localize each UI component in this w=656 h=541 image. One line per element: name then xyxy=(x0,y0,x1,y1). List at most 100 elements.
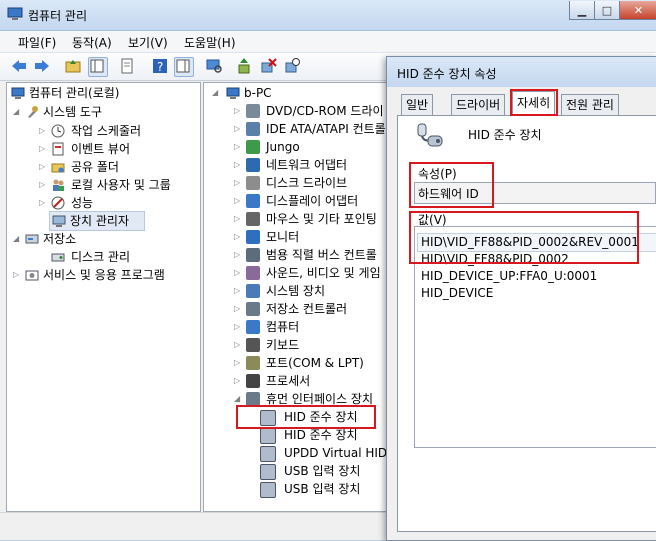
expanded-triangle-icon[interactable]: ◢ xyxy=(13,230,21,248)
collapsed-triangle-icon[interactable]: ▷ xyxy=(234,210,242,228)
back-button[interactable] xyxy=(10,57,28,75)
dialog-title: HID 준수 장치 속성 xyxy=(397,67,497,81)
document-icon xyxy=(121,58,133,74)
collapsed-triangle-icon[interactable]: ▷ xyxy=(234,264,242,282)
minimize-button[interactable]: ▁ xyxy=(569,1,595,20)
tree-label: 공유 폴더 xyxy=(71,160,119,174)
close-icon: ✕ xyxy=(633,3,644,17)
disk-icon xyxy=(51,253,65,262)
update-driver-button[interactable] xyxy=(235,57,253,75)
menu-view[interactable]: 보기(V) xyxy=(128,34,168,51)
clock-icon xyxy=(51,124,65,138)
tab-power-management[interactable]: 전원 관리 xyxy=(561,94,619,115)
hid-device-icon xyxy=(260,464,276,480)
collapsed-triangle-icon[interactable]: ▷ xyxy=(39,176,47,194)
value-item-3[interactable]: HID_DEVICE xyxy=(421,285,493,301)
folder-up-icon xyxy=(65,60,81,73)
tree-label: 시스템 도구 xyxy=(43,105,103,119)
collapsed-triangle-icon[interactable]: ▷ xyxy=(13,266,21,284)
collapsed-triangle-icon[interactable]: ▷ xyxy=(234,372,242,390)
ide-icon xyxy=(246,122,260,136)
dialog-title-bar[interactable]: HID 준수 장치 속성 xyxy=(387,57,656,87)
collapsed-triangle-icon[interactable]: ▷ xyxy=(39,194,47,212)
disable-device-button[interactable] xyxy=(283,57,301,75)
show-tree-button[interactable] xyxy=(88,57,108,77)
scan-monitor-icon xyxy=(206,59,222,73)
tree-label: 장치 관리자 xyxy=(70,214,130,228)
dvd-icon xyxy=(246,104,260,118)
highlight-details-tab xyxy=(510,89,558,116)
tree-item-device-manager[interactable]: 장치 관리자 xyxy=(49,211,145,231)
close-button[interactable]: ✕ xyxy=(619,1,656,20)
collapsed-triangle-icon[interactable]: ▷ xyxy=(39,140,47,158)
device-manager-icon xyxy=(52,215,66,227)
collapsed-triangle-icon[interactable]: ▷ xyxy=(39,122,47,140)
tree-label: 디스플레이 어댑터 xyxy=(266,194,359,208)
tree-label: Jungo xyxy=(266,140,300,154)
collapsed-triangle-icon[interactable]: ▷ xyxy=(234,228,242,246)
tree-label: IDE ATA/ATAPI 컨트롤 xyxy=(266,122,386,136)
uninstall-device-button[interactable] xyxy=(259,57,277,75)
expanded-triangle-icon[interactable]: ◢ xyxy=(13,103,21,121)
window-title: 컴퓨터 관리 xyxy=(28,9,88,23)
collapsed-triangle-icon[interactable]: ▷ xyxy=(234,102,242,120)
forward-button[interactable] xyxy=(33,57,51,75)
collapsed-triangle-icon[interactable]: ▷ xyxy=(234,354,242,372)
tree-label: 작업 스케줄러 xyxy=(71,124,142,138)
collapsed-triangle-icon[interactable]: ▷ xyxy=(39,158,47,176)
collapsed-triangle-icon[interactable]: ▷ xyxy=(234,174,242,192)
forward-arrow-icon xyxy=(35,60,49,72)
device-name-label: HID 준수 장치 xyxy=(468,128,542,142)
collapsed-triangle-icon[interactable]: ▷ xyxy=(234,156,242,174)
scan-hardware-button[interactable] xyxy=(205,57,223,75)
menu-help[interactable]: 도움말(H) xyxy=(184,34,236,51)
console-tree: 컴퓨터 관리(로컬) ◢ 시스템 도구 ▷ 작업 스케줄러 ▷ 이벤트 뷰어 ▷… xyxy=(6,82,201,512)
tab-driver[interactable]: 드라이버 xyxy=(451,94,506,115)
maximize-button[interactable]: □ xyxy=(594,1,620,20)
tree-label: b-PC xyxy=(244,86,272,100)
tree-label: 성능 xyxy=(71,196,94,210)
tree-label: UPDD Virtual HID xyxy=(284,446,387,460)
processor-icon xyxy=(246,374,260,388)
highlight-values xyxy=(409,211,639,264)
computer-icon xyxy=(246,320,260,334)
tree-label: 시스템 장치 xyxy=(266,284,326,298)
hid-device-icon xyxy=(260,428,276,444)
services-icon xyxy=(25,270,39,281)
menu-bar: 파일(F) 동작(A) 보기(V) 도움말(H) xyxy=(0,31,656,53)
collapsed-triangle-icon[interactable]: ▷ xyxy=(234,246,242,264)
disk-drive-icon xyxy=(246,176,260,190)
collapsed-triangle-icon[interactable]: ▷ xyxy=(234,336,242,354)
tree-label: 컴퓨터 xyxy=(266,320,300,334)
jungo-icon xyxy=(246,140,260,154)
hid-device-icon xyxy=(260,446,276,462)
collapsed-triangle-icon[interactable]: ▷ xyxy=(234,138,242,156)
value-item-2[interactable]: HID_DEVICE_UP:FFA0_U:0001 xyxy=(421,268,597,284)
tree-label: USB 입력 장치 xyxy=(284,482,361,496)
collapsed-triangle-icon[interactable]: ▷ xyxy=(234,192,242,210)
collapsed-triangle-icon[interactable]: ▷ xyxy=(234,282,242,300)
menu-file[interactable]: 파일(F) xyxy=(18,34,56,51)
collapsed-triangle-icon[interactable]: ▷ xyxy=(234,318,242,336)
title-bar[interactable]: 컴퓨터 관리 ▁ □ ✕ xyxy=(0,0,656,31)
tree-label: 저장소 xyxy=(43,232,77,246)
menu-action[interactable]: 동작(A) xyxy=(72,34,112,51)
collapsed-triangle-icon[interactable]: ▷ xyxy=(234,300,242,318)
up-folder-button[interactable] xyxy=(64,57,82,75)
tree-label: DVD/CD-ROM 드라이 xyxy=(266,104,384,118)
tree-label: 디스크 드라이브 xyxy=(266,176,348,190)
tab-general[interactable]: 일반 xyxy=(401,94,434,115)
help-button[interactable]: ? xyxy=(151,57,169,75)
computer-management-window: 컴퓨터 관리 ▁ □ ✕ 파일(F) 동작(A) 보기(V) 도움말(H) ? xyxy=(0,0,656,541)
tree-label: 마우스 및 기타 포인팅 xyxy=(266,212,377,226)
expanded-triangle-icon[interactable]: ◢ xyxy=(212,84,220,102)
maximize-icon: □ xyxy=(601,3,613,17)
tree-label: 포트(COM & LPT) xyxy=(266,356,364,370)
show-action-pane-button[interactable] xyxy=(174,57,194,77)
highlight-hid-device xyxy=(236,405,376,429)
network-icon xyxy=(246,158,260,172)
collapsed-triangle-icon[interactable]: ▷ xyxy=(234,120,242,138)
tree-label: 컴퓨터 관리(로컬) xyxy=(29,86,120,100)
properties-button[interactable] xyxy=(118,57,136,75)
mouse-icon xyxy=(246,212,260,226)
